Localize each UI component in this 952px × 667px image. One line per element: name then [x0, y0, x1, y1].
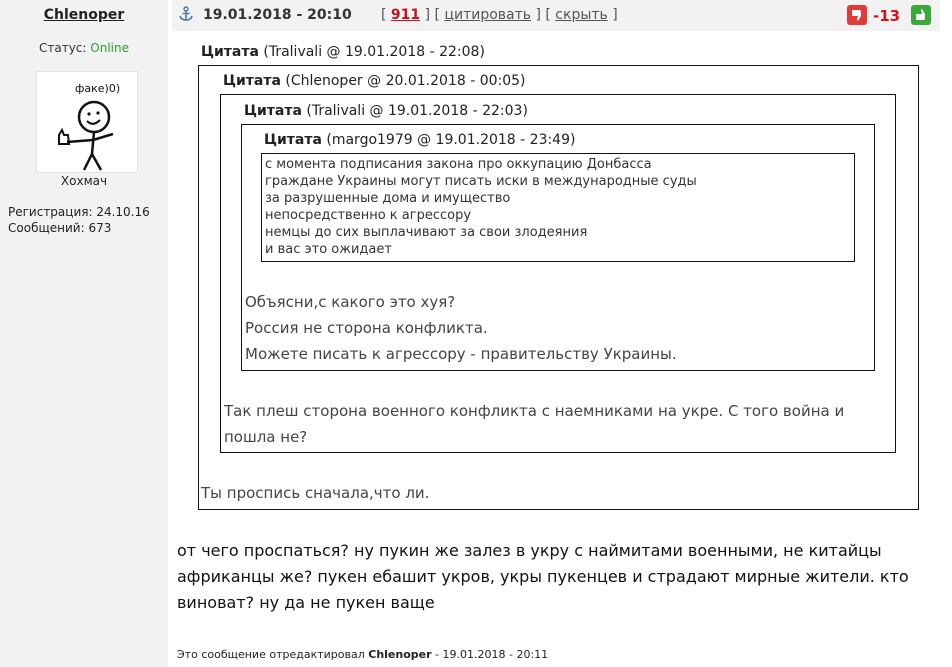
quote-header-4: Цитата (margo1979 @ 19.01.2018 - 23:49) — [264, 132, 575, 148]
rating-score: -13 — [873, 7, 901, 25]
author-status: Статус: Online — [0, 41, 168, 55]
post-body: от чего проспаться? ну пукин же залез в … — [177, 538, 937, 616]
avatar-drawing: факе)0) — [58, 82, 120, 171]
anchor-icon[interactable] — [178, 6, 194, 22]
quote-label: Цитата — [201, 44, 259, 60]
post-date: 19.01.2018 - 20:10 — [203, 7, 352, 23]
author-name-link[interactable]: Chlenoper — [0, 7, 168, 23]
quote-text-3: Объясни,с какого это хуя? Россия не стор… — [245, 289, 677, 367]
avatar[interactable]: факе)0) — [36, 71, 138, 173]
quote-line: немцы до сих выплачивают за свои злодеян… — [265, 225, 588, 240]
edit-date: - 19.01.2018 - 20:11 — [435, 648, 549, 661]
quote-header-3: Цитата (Tralivali @ 19.01.2018 - 22:03) — [244, 103, 528, 119]
registration-date: Регистрация: 24.10.16 — [8, 205, 150, 219]
body-line: африканцы же? пукен ебашит укров, укры п… — [177, 567, 909, 586]
thumb-up-icon[interactable] — [911, 5, 931, 25]
status-online: Online — [90, 41, 129, 55]
quote-line: пошла не? — [224, 428, 308, 446]
quote-line: Можете писать к агрессору - правительств… — [245, 345, 677, 363]
edit-prefix: Это сообщение отредактировал — [177, 648, 365, 661]
quote-header-1: Цитата (Tralivali @ 19.01.2018 - 22:08) — [201, 44, 485, 60]
quote-line: за разрушенные дома и имущество — [265, 191, 511, 206]
quote-line: и вас это ожидает — [265, 242, 392, 257]
post-number-link[interactable]: 911 — [391, 7, 420, 23]
author-sidebar: Chlenoper Статус: Online факе)0) Хохмач … — [0, 0, 168, 667]
post-actions: [ 911 ] [ цитировать ] [ скрыть ] — [381, 7, 618, 23]
quote-text-2: Так плеш сторона военного конфликта с на… — [224, 398, 844, 450]
hide-link[interactable]: скрыть — [555, 7, 608, 23]
quote-meta: (margo1979 @ 19.01.2018 - 23:49) — [326, 132, 576, 148]
quote-line: граждане Украины могут писать иски в меж… — [265, 174, 697, 189]
body-line: виноват? ну да не пукен ваще — [177, 593, 435, 612]
avatar-text: факе)0) — [75, 82, 120, 95]
quote-line: с момента подписания закона про оккупаци… — [265, 157, 652, 172]
body-line: от чего проспаться? ну пукин же залез в … — [177, 541, 882, 560]
quote-line: Так плеш сторона военного конфликта с на… — [224, 402, 845, 420]
quote-line: непосредственно к агрессору — [265, 208, 472, 223]
post-rating: -13 — [845, 3, 933, 28]
thumb-down-icon[interactable] — [847, 5, 867, 25]
quote-meta: (Chlenoper @ 20.01.2018 - 00:05) — [285, 73, 526, 89]
quote-meta: (Tralivali @ 19.01.2018 - 22:08) — [263, 44, 485, 60]
status-label: Статус: — [38, 41, 87, 55]
quote-text-4: с момента подписания закона про оккупаци… — [265, 156, 697, 258]
quote-label: Цитата — [264, 132, 322, 148]
avatar-caption: Хохмач — [60, 174, 108, 188]
quote-label: Цитата — [223, 73, 281, 89]
quote-link[interactable]: цитировать — [444, 7, 531, 23]
quote-meta: (Tralivali @ 19.01.2018 - 22:03) — [306, 103, 528, 119]
quote-header-2: Цитата (Chlenoper @ 20.01.2018 - 00:05) — [223, 73, 526, 89]
quote-line: Объясни,с какого это хуя? — [245, 293, 456, 311]
message-count: Сообщений: 673 — [8, 221, 112, 235]
edit-note: Это сообщение отредактировал Chlenoper -… — [177, 648, 548, 661]
quote-text-1: Ты проспись сначала,что ли. — [201, 484, 430, 502]
edit-user: Chlenoper — [368, 648, 432, 661]
quote-label: Цитата — [244, 103, 302, 119]
quote-line: Россия не сторона конфликта. — [245, 319, 488, 337]
